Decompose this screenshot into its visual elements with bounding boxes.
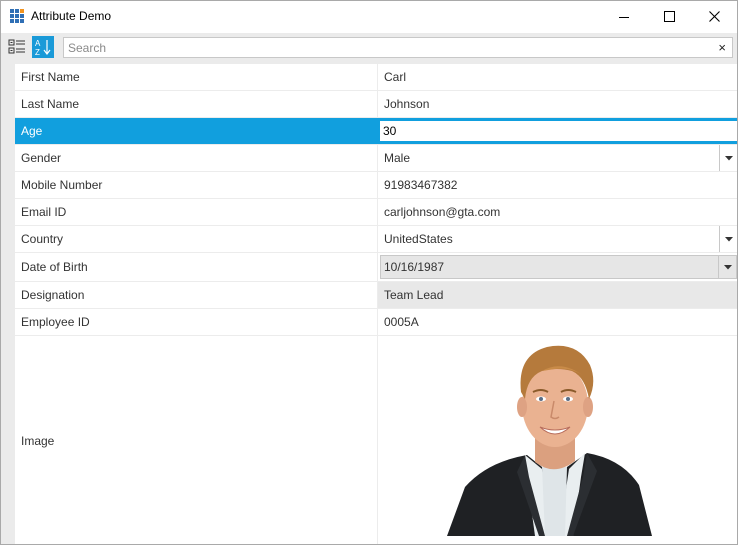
property-row-age[interactable]: Age 30 xyxy=(15,118,737,145)
close-icon xyxy=(708,11,720,22)
chevron-down-icon xyxy=(724,155,733,160)
property-value-employee-id[interactable]: 0005A xyxy=(377,309,737,335)
chevron-down-icon xyxy=(723,264,732,269)
property-name: Employee ID xyxy=(21,315,90,329)
property-name: Date of Birth xyxy=(21,260,88,274)
property-row-last-name[interactable]: Last Name Johnson xyxy=(15,91,737,118)
property-row-employee-id[interactable]: Employee ID 0005A xyxy=(15,309,737,336)
dropdown-arrow-button[interactable] xyxy=(719,145,737,171)
property-grid: First Name Carl Last Name Johnson Age 30… xyxy=(1,63,737,544)
chevron-down-icon xyxy=(724,236,733,241)
title-bar[interactable]: Attribute Demo xyxy=(1,1,737,32)
sort-alphabetical-icon: A Z xyxy=(35,39,51,57)
property-value-designation: Team Lead xyxy=(377,282,737,308)
property-name: Age xyxy=(15,118,377,144)
categorized-view-icon xyxy=(8,39,25,54)
date-of-birth-field[interactable]: 10/16/1987 xyxy=(380,255,737,279)
property-value-mobile-number[interactable]: 91983467382 xyxy=(377,172,737,198)
alphabetical-sort-button[interactable]: A Z xyxy=(32,36,54,58)
property-row-country[interactable]: Country UnitedStates xyxy=(15,226,737,253)
minimize-button[interactable] xyxy=(601,1,647,32)
age-input[interactable]: 30 xyxy=(377,118,737,144)
property-value-email-id[interactable]: carljohnson@gta.com xyxy=(377,199,737,225)
property-name: Mobile Number xyxy=(21,178,103,192)
date-of-birth-picker[interactable]: 10/16/1987 xyxy=(377,253,737,281)
app-window: Attribute Demo A Z Search × First Name C… xyxy=(0,0,738,545)
property-name: Designation xyxy=(21,288,85,302)
country-dropdown[interactable]: UnitedStates xyxy=(377,226,737,252)
gender-dropdown[interactable]: Male xyxy=(377,145,737,171)
employee-photo xyxy=(447,337,657,536)
property-name: Image xyxy=(21,434,55,448)
date-picker-button[interactable] xyxy=(718,256,736,278)
close-button[interactable] xyxy=(691,1,737,32)
property-name: Country xyxy=(21,232,64,246)
search-input[interactable] xyxy=(64,38,694,57)
date-of-birth-value: 10/16/1987 xyxy=(384,260,445,274)
property-row-designation[interactable]: Designation Team Lead xyxy=(15,282,737,309)
window-title: Attribute Demo xyxy=(31,9,112,23)
property-row-date-of-birth[interactable]: Date of Birth 10/16/1987 xyxy=(15,253,737,282)
property-row-first-name[interactable]: First Name Carl xyxy=(15,64,737,91)
dropdown-arrow-button[interactable] xyxy=(719,226,737,252)
country-selected-value: UnitedStates xyxy=(384,232,453,246)
property-value-last-name[interactable]: Johnson xyxy=(377,91,737,117)
maximize-button[interactable] xyxy=(646,1,692,32)
property-grid-toolbar: A Z × xyxy=(1,33,737,63)
app-icon xyxy=(10,9,24,23)
property-name: First Name xyxy=(21,70,80,84)
gender-selected-value: Male xyxy=(384,151,411,165)
property-row-mobile-number[interactable]: Mobile Number 91983467382 xyxy=(15,172,737,199)
property-value-first-name[interactable]: Carl xyxy=(377,64,737,90)
property-name: Gender xyxy=(21,151,62,165)
property-name: Email ID xyxy=(21,205,67,219)
minimize-icon xyxy=(619,16,629,18)
property-row-email-id[interactable]: Email ID carljohnson@gta.com xyxy=(15,199,737,226)
svg-text:A: A xyxy=(35,39,41,48)
search-box[interactable]: × xyxy=(63,37,733,58)
maximize-icon xyxy=(663,11,675,22)
clear-search-icon[interactable]: × xyxy=(718,39,726,56)
property-name: Last Name xyxy=(21,97,80,111)
property-row-gender[interactable]: Gender Male xyxy=(15,145,737,172)
categorized-view-button[interactable] xyxy=(6,36,28,58)
svg-text:Z: Z xyxy=(35,48,40,57)
